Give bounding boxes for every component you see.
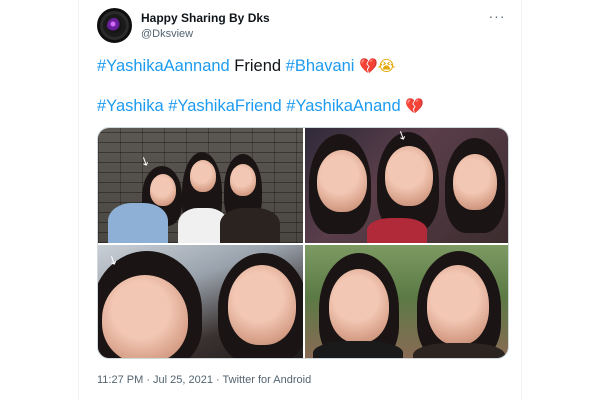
- photo-figure: [385, 146, 433, 206]
- tweet-timestamp[interactable]: 11:27 PM · Jul 25, 2021 · Twitter for An…: [97, 374, 311, 386]
- tweet-header: Happy Sharing By Dks @Dksview ···: [97, 6, 509, 44]
- photo-figure: [220, 208, 280, 243]
- media-photo-1[interactable]: ↘: [98, 128, 303, 243]
- timeline-left-border: [78, 0, 79, 400]
- hashtag-link[interactable]: #Bhavani: [286, 57, 355, 75]
- media-photo-4[interactable]: [305, 245, 508, 358]
- hashtag-link[interactable]: #Yashika: [97, 97, 164, 115]
- tweet-text-line-2: #Yashika #YashikaFriend #YashikaAnand 💔: [97, 95, 424, 117]
- hashtag-link[interactable]: #YashikaAnand: [286, 97, 400, 115]
- media-photo-3[interactable]: ↘: [98, 245, 303, 358]
- hashtag-link[interactable]: #YashikaAannand: [97, 57, 230, 75]
- tweet-card: Happy Sharing By Dks @Dksview ··· #Yashi…: [97, 0, 509, 400]
- photo-figure: [102, 275, 188, 358]
- photo-figure: [108, 203, 168, 243]
- broken-heart-emoji: 💔: [359, 57, 378, 75]
- media-grid: ↘ ↘ ↘: [97, 127, 509, 359]
- author-handle[interactable]: @Dksview: [141, 28, 193, 40]
- photo-figure: [150, 174, 176, 206]
- crying-face-emoji: 😭: [377, 57, 396, 75]
- tweet-text-line-1: #YashikaAannand Friend #Bhavani 💔😭: [97, 55, 395, 77]
- photo-figure: [313, 341, 403, 358]
- photo-figure: [329, 269, 389, 343]
- photo-figure: [453, 154, 497, 210]
- photo-figure: [413, 343, 505, 358]
- hashtag-link[interactable]: #YashikaFriend: [168, 97, 281, 115]
- broken-heart-emoji: 💔: [405, 97, 424, 115]
- media-photo-2[interactable]: ↘: [305, 128, 508, 243]
- photo-figure: [367, 218, 427, 243]
- photo-figure: [317, 150, 367, 212]
- pointer-arrow-icon: ↘: [137, 152, 153, 170]
- photo-figure: [228, 265, 296, 345]
- timeline-right-border: [521, 0, 522, 400]
- photo-figure: [190, 160, 216, 192]
- author-avatar[interactable]: [97, 8, 132, 43]
- photo-figure: [230, 164, 256, 196]
- camera-lens-icon: [107, 18, 122, 33]
- more-options-icon[interactable]: ···: [487, 9, 507, 26]
- photo-figure: [427, 265, 489, 345]
- tweet-text: Friend: [229, 57, 286, 75]
- author-display-name[interactable]: Happy Sharing By Dks: [141, 11, 270, 25]
